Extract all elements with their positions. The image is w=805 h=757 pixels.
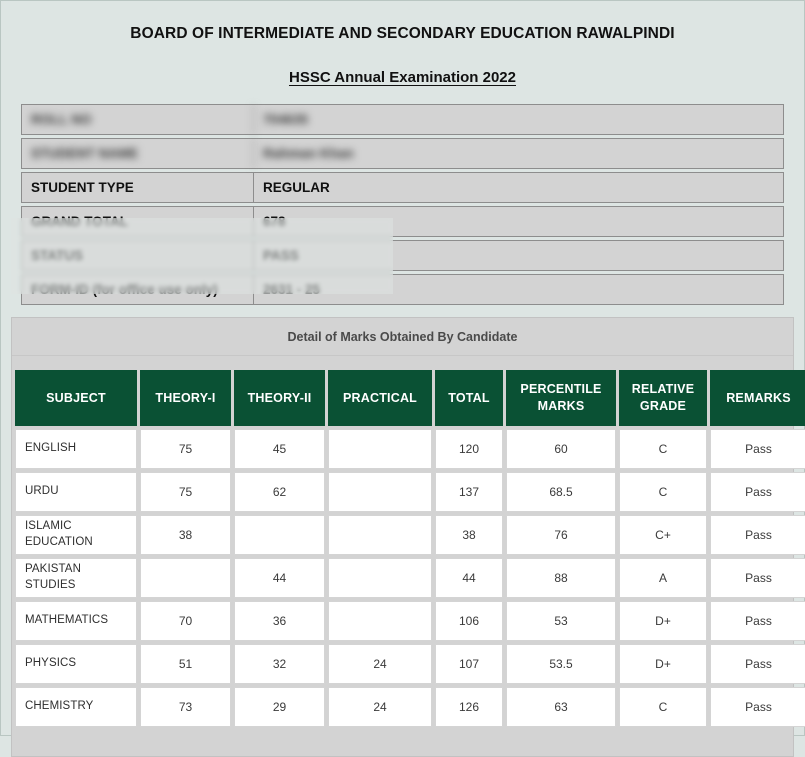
column-header-theory-1: THEORY-I xyxy=(140,370,231,426)
cell-practical xyxy=(328,472,432,512)
cell-percentile: 53.5 xyxy=(506,644,616,684)
cell-grade: A xyxy=(619,558,707,598)
cell-theory-1: 51 xyxy=(140,644,231,684)
info-label: FORM-ID (for office use only) xyxy=(22,275,254,304)
marks-panel: Detail of Marks Obtained By Candidate SU… xyxy=(11,317,805,757)
cell-practical xyxy=(328,429,432,469)
column-header-percentile: PERCENTILE MARKS xyxy=(506,370,616,426)
status-badge: PASS xyxy=(263,248,299,263)
cell-theory-1: 38 xyxy=(140,515,231,555)
cell-subject: ENGLISH xyxy=(15,429,137,469)
cell-grade: C+ xyxy=(619,515,707,555)
cell-total: 120 xyxy=(435,429,503,469)
info-label: STUDENT TYPE xyxy=(22,173,254,202)
column-header-total: TOTAL xyxy=(435,370,503,426)
cell-practical xyxy=(328,601,432,641)
cell-total: 137 xyxy=(435,472,503,512)
cell-practical: 24 xyxy=(328,644,432,684)
cell-theory-1: 70 xyxy=(140,601,231,641)
column-header-grade: RELATIVE GRADE xyxy=(619,370,707,426)
result-card-page: BOARD OF INTERMEDIATE AND SECONDARY EDUC… xyxy=(0,0,805,757)
cell-subject: URDU xyxy=(15,472,137,512)
info-row-roll-no: ROLL NO 704635 xyxy=(21,104,784,135)
cell-remarks: Pass xyxy=(710,429,805,469)
marks-caption: Detail of Marks Obtained By Candidate xyxy=(12,318,793,356)
cell-practical xyxy=(328,515,432,555)
marks-table: SUBJECT THEORY-I THEORY-II PRACTICAL TOT… xyxy=(12,367,805,730)
cell-percentile: 53 xyxy=(506,601,616,641)
cell-practical: 24 xyxy=(328,687,432,727)
cell-total: 107 xyxy=(435,644,503,684)
info-value: 678 xyxy=(263,214,286,229)
info-row-form-id: FORM-ID (for office use only) 2631 - 25 xyxy=(21,274,784,305)
cell-percentile: 88 xyxy=(506,558,616,598)
cell-total: 38 xyxy=(435,515,503,555)
column-header-practical: PRACTICAL xyxy=(328,370,432,426)
cell-subject: MATHEMATICS xyxy=(15,601,137,641)
cell-remarks: Pass xyxy=(710,515,805,555)
info-value: 704635 xyxy=(263,112,309,127)
cell-remarks: Pass xyxy=(710,472,805,512)
cell-theory-2 xyxy=(234,515,325,555)
cell-subject: PAKISTAN STUDIES xyxy=(15,558,137,598)
cell-theory-2: 44 xyxy=(234,558,325,598)
column-header-subject: SUBJECT xyxy=(15,370,137,426)
table-row: ISLAMIC EDUCATION 38 38 76 C+ Pass xyxy=(15,515,805,555)
cell-percentile: 68.5 xyxy=(506,472,616,512)
cell-theory-1 xyxy=(140,558,231,598)
cell-total: 106 xyxy=(435,601,503,641)
table-row: ENGLISH 75 45 120 60 C Pass xyxy=(15,429,805,469)
info-row-student-name: STUDENT NAME Rahman Khan xyxy=(21,138,784,169)
cell-remarks: Pass xyxy=(710,601,805,641)
cell-grade: D+ xyxy=(619,601,707,641)
cell-remarks: Pass xyxy=(710,558,805,598)
info-value: 2631 - 25 xyxy=(263,282,321,297)
info-label: STATUS xyxy=(22,241,254,270)
table-row: URDU 75 62 137 68.5 C Pass xyxy=(15,472,805,512)
marks-table-header-row: SUBJECT THEORY-I THEORY-II PRACTICAL TOT… xyxy=(15,370,805,426)
cell-grade: D+ xyxy=(619,644,707,684)
info-value: Rahman Khan xyxy=(263,146,354,161)
cell-grade: C xyxy=(619,472,707,512)
cell-subject: CHEMISTRY xyxy=(15,687,137,727)
student-info-block: ROLL NO 704635 STUDENT NAME Rahman Khan … xyxy=(11,104,794,305)
info-label: GRAND TOTAL xyxy=(22,207,254,236)
marks-table-body: ENGLISH 75 45 120 60 C Pass URDU 75 62 1… xyxy=(15,429,805,727)
info-label: ROLL NO xyxy=(22,105,254,134)
cell-subject: PHYSICS xyxy=(15,644,137,684)
page-header: BOARD OF INTERMEDIATE AND SECONDARY EDUC… xyxy=(1,1,804,104)
table-row: PHYSICS 51 32 24 107 53.5 D+ Pass xyxy=(15,644,805,684)
info-row-student-type: STUDENT TYPE REGULAR xyxy=(21,172,784,203)
info-row-grand-total: GRAND TOTAL 678 xyxy=(21,206,784,237)
column-header-theory-2: THEORY-II xyxy=(234,370,325,426)
cell-theory-1: 75 xyxy=(140,472,231,512)
info-value: REGULAR xyxy=(263,180,330,195)
cell-subject: ISLAMIC EDUCATION xyxy=(15,515,137,555)
cell-percentile: 60 xyxy=(506,429,616,469)
column-header-remarks: REMARKS xyxy=(710,370,805,426)
cell-theory-2: 32 xyxy=(234,644,325,684)
cell-grade: C xyxy=(619,429,707,469)
info-label: STUDENT NAME xyxy=(22,139,254,168)
cell-remarks: Pass xyxy=(710,687,805,727)
cell-percentile: 63 xyxy=(506,687,616,727)
cell-practical xyxy=(328,558,432,598)
cell-total: 126 xyxy=(435,687,503,727)
cell-theory-1: 75 xyxy=(140,429,231,469)
cell-theory-2: 36 xyxy=(234,601,325,641)
cell-grade: C xyxy=(619,687,707,727)
exam-title: HSSC Annual Examination 2022 xyxy=(288,69,516,86)
cell-remarks: Pass xyxy=(710,644,805,684)
board-title: BOARD OF INTERMEDIATE AND SECONDARY EDUC… xyxy=(130,25,675,42)
table-row: CHEMISTRY 73 29 24 126 63 C Pass xyxy=(15,687,805,727)
cell-theory-1: 73 xyxy=(140,687,231,727)
cell-total: 44 xyxy=(435,558,503,598)
cell-theory-2: 45 xyxy=(234,429,325,469)
table-row: MATHEMATICS 70 36 106 53 D+ Pass xyxy=(15,601,805,641)
info-row-status: STATUS PASS xyxy=(21,240,784,271)
cell-theory-2: 29 xyxy=(234,687,325,727)
table-row: PAKISTAN STUDIES 44 44 88 A Pass xyxy=(15,558,805,598)
cell-theory-2: 62 xyxy=(234,472,325,512)
cell-percentile: 76 xyxy=(506,515,616,555)
